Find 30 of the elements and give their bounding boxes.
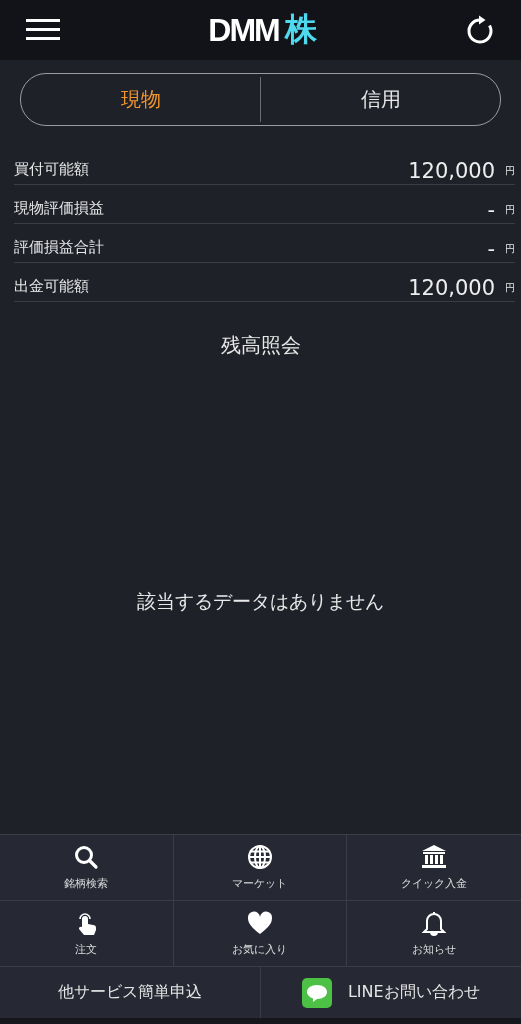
bank-icon bbox=[421, 844, 448, 870]
summary-label: 評価損益合計 bbox=[14, 238, 105, 258]
tab[interactable]: 信用 bbox=[261, 74, 500, 125]
summary-value: - bbox=[487, 198, 495, 222]
search-icon bbox=[73, 844, 100, 870]
tab[interactable]: 現物 bbox=[21, 74, 260, 125]
app-logo: DMM 株 bbox=[208, 10, 317, 50]
menu-icon[interactable] bbox=[26, 19, 60, 41]
globe-icon bbox=[247, 844, 273, 870]
heart-icon bbox=[247, 910, 273, 936]
signup-link[interactable]: 他サービス簡単申込 bbox=[0, 967, 261, 1018]
currency-unit: 円 bbox=[505, 242, 515, 256]
currency-unit: 円 bbox=[505, 281, 515, 295]
refresh-icon[interactable] bbox=[465, 15, 495, 45]
currency-unit: 円 bbox=[505, 203, 515, 217]
summary-label: 現物評価損益 bbox=[14, 199, 105, 219]
chat-bubble-icon bbox=[301, 977, 332, 1008]
summary-value: 120,000 bbox=[408, 159, 495, 183]
menu-tile[interactable]: クイック入金 bbox=[347, 835, 521, 901]
summary-value: - bbox=[487, 237, 495, 261]
empty-message: 該当するデータはありません bbox=[137, 588, 384, 614]
currency-unit: 円 bbox=[505, 164, 515, 178]
menu-tile[interactable]: マーケット bbox=[173, 835, 348, 901]
summary-label: 出金可能額 bbox=[14, 277, 90, 297]
menu-tile[interactable]: 銘柄検索 bbox=[0, 835, 174, 901]
chat-link[interactable]: LINEお問い合わせ bbox=[260, 967, 521, 1018]
bell-icon bbox=[421, 910, 448, 936]
section-title: 残高照会 bbox=[219, 332, 302, 359]
summary-value: 120,000 bbox=[408, 276, 495, 300]
summary-label: 買付可能額 bbox=[14, 160, 90, 180]
